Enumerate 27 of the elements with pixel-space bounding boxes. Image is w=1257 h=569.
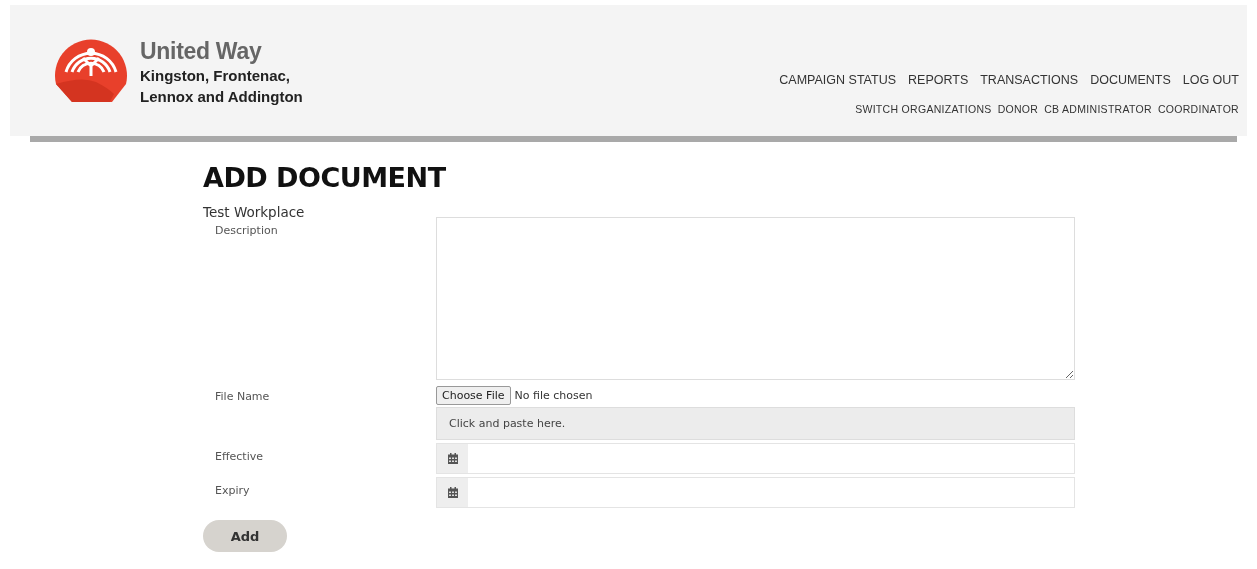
organization-name: United Way [140, 37, 263, 65]
field-label: File Name [215, 390, 270, 403]
role-link[interactable]: SWITCH ORGANIZATIONS [855, 103, 992, 115]
nav-link[interactable]: TRANSACTIONS [980, 73, 1079, 87]
nav-link[interactable]: CAMPAIGN STATUS [779, 73, 897, 87]
field-label: Description [215, 224, 278, 237]
paste-area[interactable]: Click and paste here. [436, 407, 1075, 440]
choose-file-button[interactable]: Choose File [436, 385, 511, 405]
role-link[interactable]: CB ADMINISTRATOR [1044, 103, 1152, 115]
file-status: No file chosen [514, 388, 593, 402]
add-button[interactable]: Add [203, 520, 287, 552]
workplace-name: Test Workplace [203, 204, 306, 220]
role-link[interactable]: DONOR [997, 103, 1039, 115]
field-label: Expiry [215, 484, 250, 497]
nav-link[interactable]: REPORTS [908, 73, 969, 87]
region-name: Kingston, Frontenac, [140, 66, 291, 86]
field-label: Effective [215, 450, 263, 463]
page-title: ADD DOCUMENT [203, 161, 447, 195]
region-name: Lennox and Addington [140, 87, 303, 107]
date-field[interactable] [436, 443, 1075, 474]
date-field[interactable] [436, 477, 1075, 508]
nav-link[interactable]: DOCUMENTS [1090, 73, 1171, 87]
role-link[interactable]: COORDINATOR [1157, 103, 1239, 115]
description-field[interactable] [436, 217, 1075, 380]
calendar-icon [447, 453, 458, 464]
calendar-icon [447, 487, 458, 498]
nav-link[interactable]: LOG OUT [1182, 73, 1239, 87]
